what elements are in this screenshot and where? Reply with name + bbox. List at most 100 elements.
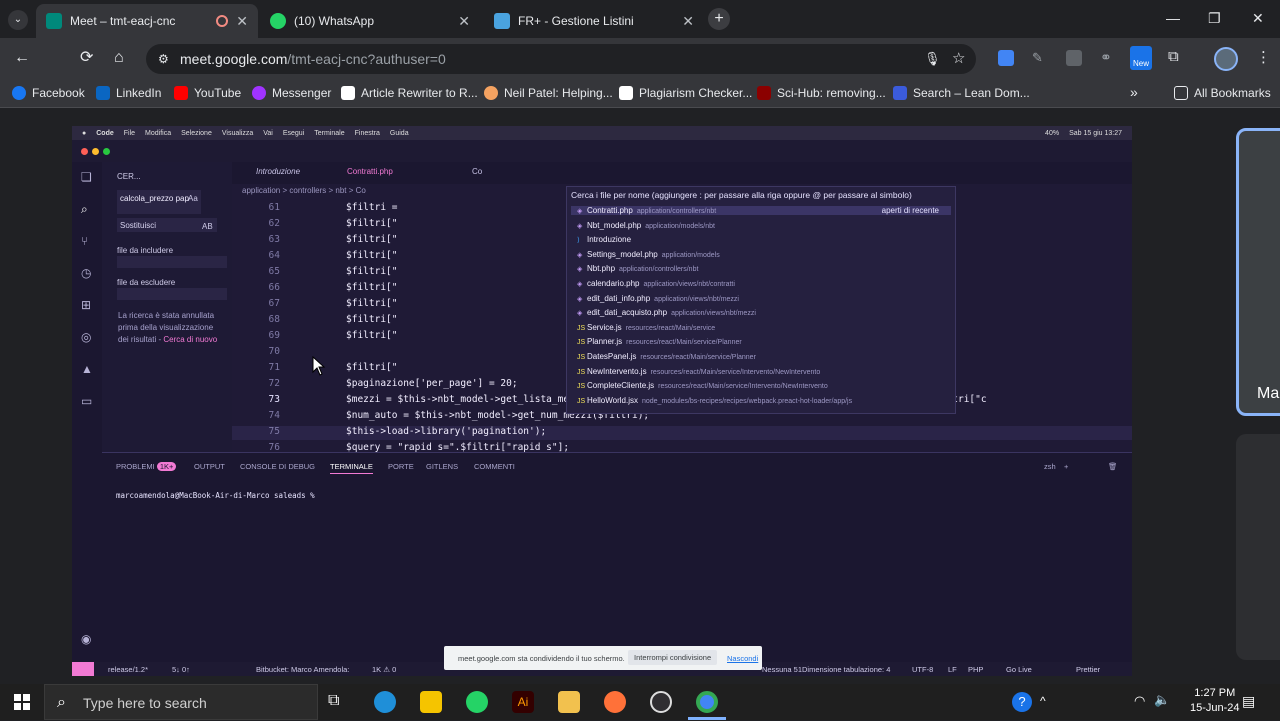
bookmark-star-icon[interactable]: ☆ — [952, 44, 965, 74]
js-file-icon: JS — [577, 354, 586, 361]
include-input — [117, 256, 227, 268]
close-tab-icon[interactable]: ✕ — [682, 13, 694, 30]
system-clock[interactable]: 1:27 PM 15-Jun-24 — [1190, 686, 1240, 716]
menu-guida: Guida — [389, 129, 409, 137]
quick-open-item-name: HelloWorld.jsx — [587, 395, 638, 405]
quick-open-item[interactable]: ◈ Nbt_model.php application/models/nbt — [577, 221, 715, 230]
firefox-icon[interactable] — [604, 691, 626, 713]
quick-open-item-name: calendario.php — [587, 279, 640, 288]
close-tab-icon[interactable]: ✕ — [458, 13, 470, 30]
task-view-icon[interactable]: ⧉ — [328, 692, 339, 710]
network-extension-icon[interactable]: ⚭ — [1100, 49, 1112, 66]
bookmark-plagiarism-checker[interactable]: Plagiarism Checker... — [619, 86, 752, 100]
mouse-cursor-icon — [312, 356, 326, 376]
windows-start-icon[interactable] — [14, 694, 30, 710]
participant-tile[interactable]: Ma — [1236, 128, 1280, 416]
address-bar[interactable]: ⚙ meet.google.com/tmt-eacj-cnc?authuser=… — [146, 44, 976, 74]
back-icon[interactable]: ← — [14, 50, 30, 66]
source-control-icon: ⑂ — [81, 234, 89, 248]
more-bookmarks-icon[interactable]: » — [1130, 84, 1138, 100]
site-info-icon[interactable]: ⚙ — [158, 44, 169, 74]
stop-sharing-button[interactable]: Interrompi condivisione — [628, 650, 718, 665]
hide-notice-link[interactable]: Nascondi — [727, 654, 758, 663]
quick-open-item[interactable]: JS Service.js resources/react/Main/service — [577, 323, 715, 332]
editor-tab-introduzione: Introduzione — [256, 167, 301, 176]
new-tab-button[interactable]: + — [708, 8, 730, 30]
whatsapp-icon[interactable] — [466, 691, 488, 713]
bookmark-messenger[interactable]: Messenger — [252, 86, 331, 100]
quick-open-item[interactable]: JS HelloWorld.jsx node_modules/bs-recipes/… — [577, 396, 852, 405]
file-explorer-icon[interactable] — [558, 691, 580, 713]
js-file-icon: JS — [577, 324, 586, 332]
quick-open-item[interactable]: ⟩ Introduzione — [577, 235, 635, 244]
reload-icon[interactable]: ⟳ — [80, 50, 93, 66]
bookmark-linkedin[interactable]: LinkedIn — [96, 86, 161, 100]
profile-avatar[interactable] — [1214, 47, 1238, 71]
quick-open-item[interactable]: ◈ calendario.php application/views/nbt/con… — [577, 279, 735, 288]
microphone-icon[interactable]: 🎙 — [924, 44, 941, 74]
vscode-titlebar — [72, 140, 1132, 162]
traffic-light-close-icon — [81, 148, 88, 155]
php-file-icon: ◈ — [577, 266, 583, 274]
pen-extension-icon[interactable]: ✎ — [1032, 50, 1043, 66]
quick-open-item-name: Contratti.php — [587, 206, 633, 215]
php-file-icon: ◈ — [577, 208, 583, 215]
bookmark-lean-domain[interactable]: Search – Lean Dom... — [893, 86, 1030, 100]
bookmark-label: Article Rewriter to R... — [361, 86, 478, 100]
quick-open-item[interactable]: ◈ Nbt.php application/controllers/nbt — [577, 264, 698, 273]
bitbucket-status: Bitbucket: Marco Amendola: — [256, 665, 350, 674]
quick-open-item[interactable]: JS Planner.js resources/react/Main/service… — [577, 337, 742, 346]
tab-fr-gestione-listini[interactable]: FR+ - Gestione Listini ✕ — [484, 4, 704, 38]
bookmark-youtube[interactable]: YouTube — [174, 86, 241, 100]
vscode-icon: ⟩ — [577, 237, 580, 245]
close-window-icon[interactable]: ✕ — [1252, 10, 1264, 27]
tab-search-icon[interactable]: ⌄ — [8, 10, 28, 30]
quick-open-item[interactable]: JS NewIntervento.js resources/react/Main/s… — [577, 367, 820, 376]
quick-open-item[interactable]: ◈ Settings_model.php application/models — [577, 250, 720, 259]
url-path: /tmt-eacj-cnc?authuser=0 — [287, 51, 446, 67]
bookmark-neil-patel[interactable]: Neil Patel: Helping... — [484, 86, 613, 100]
minimize-icon[interactable]: — — [1166, 10, 1180, 26]
tab-whatsapp[interactable]: (10) WhatsApp ✕ — [260, 4, 480, 38]
notifications-icon[interactable]: ▤ — [1242, 693, 1255, 710]
code-extension-icon[interactable] — [1066, 50, 1082, 66]
extensions-puzzle-icon[interactable]: ⧉ — [1168, 48, 1179, 65]
home-icon[interactable]: ⌂ — [114, 50, 124, 66]
line-number: 61 — [268, 202, 280, 213]
browser-menu-icon[interactable]: ⋮ — [1256, 48, 1271, 66]
bookmark-article-rewriter[interactable]: Article Rewriter to R... — [341, 86, 478, 100]
close-tab-icon[interactable]: ✕ — [236, 13, 248, 30]
taskbar-search[interactable]: ⌕ Type here to search — [44, 684, 318, 720]
tab-meet[interactable]: Meet – tmt-eacj-cnc ✕ — [36, 4, 258, 38]
bookmark-label: Messenger — [272, 86, 332, 100]
volume-icon[interactable]: 🔈 — [1154, 692, 1170, 708]
bookmark-label: YouTube — [194, 86, 242, 100]
panel-tab-label: PROBLEMI — [116, 462, 155, 471]
obs-icon[interactable] — [650, 691, 672, 713]
tray-overflow-icon[interactable]: ^ — [1040, 694, 1046, 708]
bookmark-facebook[interactable]: Facebook — [12, 86, 85, 100]
quick-open-item[interactable]: JS CompleteCliente.js resources/react/Main… — [577, 381, 828, 390]
php-file-icon: ◈ — [577, 310, 583, 318]
search-sidebar: CER... calcola_prezzo pap Aa Sostituisci… — [102, 162, 232, 452]
participant-tile-secondary[interactable] — [1236, 434, 1280, 660]
extensions-icon: ⊞ — [81, 298, 92, 312]
all-bookmarks[interactable]: All Bookmarks — [1174, 86, 1271, 100]
network-icon[interactable]: ◠ — [1134, 693, 1145, 709]
browser-toolbar: ← ⟳ ⌂ ⚙ meet.google.com/tmt-eacj-cnc?aut… — [0, 38, 1280, 80]
quick-open-item-path: application/controllers/nbt — [619, 266, 699, 274]
restore-icon[interactable]: ❐ — [1208, 10, 1221, 27]
new-extension-icon[interactable]: New — [1130, 46, 1152, 70]
quick-open-item[interactable]: ◈ edit_dati_info.php application/views/nbt… — [577, 294, 739, 303]
bookmark-sci-hub[interactable]: Sci-Hub: removing... — [757, 86, 886, 100]
help-icon[interactable]: ? — [1012, 692, 1032, 712]
player-app-icon[interactable] — [420, 691, 442, 713]
search-icon: ⌕ — [57, 694, 66, 711]
translate-extension-icon[interactable] — [998, 50, 1014, 66]
edge-icon[interactable] — [374, 691, 396, 713]
quick-open-item[interactable]: JS DatesPanel.js resources/react/Main/serv… — [577, 352, 756, 361]
quick-open-item[interactable]: ◈ edit_dati_acquisto.php application/views… — [577, 308, 756, 317]
exclude-label: file da escludere — [117, 278, 176, 287]
chrome-icon[interactable] — [696, 691, 718, 713]
illustrator-icon[interactable]: Ai — [512, 691, 534, 713]
